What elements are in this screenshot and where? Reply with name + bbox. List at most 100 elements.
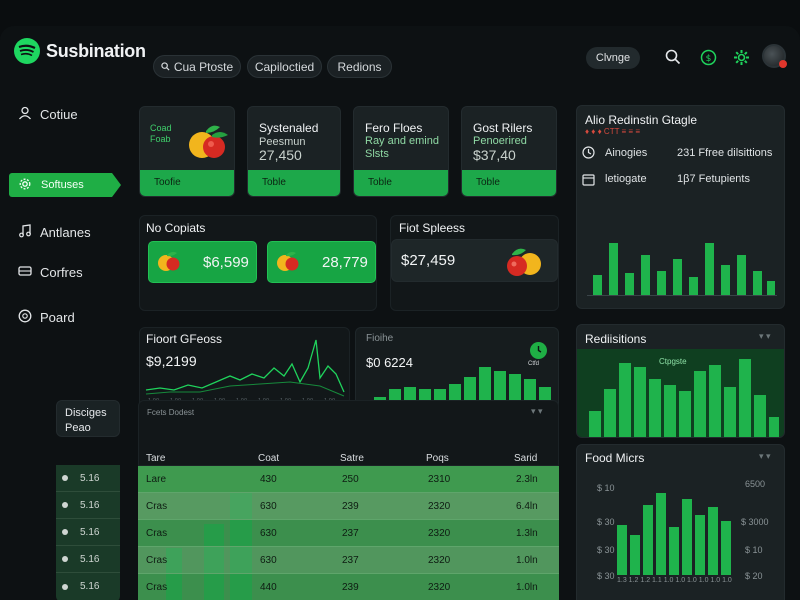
top-bar: Susbination Cua Ptoste Capiloctied Redio…	[0, 26, 800, 86]
card-title: Systenaled	[259, 121, 319, 135]
column-header[interactable]: Coat	[258, 453, 279, 464]
chart-bar	[721, 521, 731, 575]
table-cell: 237	[342, 555, 359, 566]
panel-title: Fioihe	[366, 333, 394, 344]
card-sub: Ray and emind	[365, 135, 439, 147]
chart-bar	[694, 371, 706, 437]
card-fero-floes[interactable]: Fero Floes Ray and emind Slsts Toble	[353, 106, 449, 197]
table-row[interactable]: Cras 630 237 2320 1.3ln	[138, 520, 559, 547]
bar-chart	[587, 206, 777, 296]
table-cell: 630	[260, 555, 277, 566]
tab-redions[interactable]: Redions	[327, 55, 392, 78]
sidebar-item-antlanes[interactable]: Antlanes	[18, 221, 91, 243]
card-value: Slsts	[365, 148, 389, 160]
change-button[interactable]: Clvnge	[586, 47, 640, 69]
list-item[interactable]: 5.16	[56, 492, 120, 519]
column-header[interactable]: Sarid	[514, 453, 537, 464]
search-pill-label: Cua Ptoste	[173, 59, 234, 74]
gear-icon	[19, 178, 31, 193]
dollar-icon[interactable]: $	[697, 46, 719, 68]
list-item[interactable]: 5.16	[56, 573, 120, 600]
gear-icon[interactable]	[730, 46, 752, 68]
user-icon	[18, 106, 32, 123]
stat-value: $6,599	[203, 254, 249, 271]
sidebar-item-label: Corfres	[40, 264, 83, 280]
axis-tick: $ 10	[745, 545, 763, 555]
card-systenaled[interactable]: Systenaled Peesmun 27,450 Toble	[247, 106, 341, 197]
chart-bar	[630, 535, 640, 575]
card-footer: Toble	[462, 170, 556, 196]
bullet-icon	[62, 556, 68, 562]
axis-tick: $ 30	[597, 571, 615, 581]
row-label: letiogate	[605, 173, 647, 185]
table-row[interactable]: Cras 630 239 2320 6.4ln	[138, 493, 559, 520]
table-cell: 630	[260, 501, 277, 512]
column-header[interactable]: Satre	[340, 453, 364, 464]
drive-icon	[18, 264, 32, 281]
chart-bar	[689, 277, 698, 295]
tab-capiloctied[interactable]: Capiloctied	[247, 55, 322, 78]
search-icon	[161, 60, 170, 74]
table-row[interactable]: Cras 630 237 2320 1.0ln	[138, 547, 559, 574]
chart-bar	[641, 255, 650, 295]
search-pill[interactable]: Cua Ptoste	[153, 55, 241, 78]
stat-box[interactable]: 28,779	[267, 241, 376, 283]
chevron-down-icon[interactable]: ▾ ▾	[759, 451, 771, 462]
chart-bar	[705, 243, 714, 295]
logo[interactable]: Susbination	[14, 38, 146, 64]
stat-box[interactable]: $6,599	[148, 241, 257, 283]
table-cell: 1.0ln	[516, 582, 538, 593]
chart-bar	[657, 271, 666, 295]
chevron-down-icon[interactable]: ▾ ▾	[531, 406, 543, 417]
chevron-down-icon[interactable]: ▾ ▾	[759, 331, 771, 342]
sidebar-item-poard[interactable]: Poard	[18, 306, 75, 328]
table-row[interactable]: Cras 440 239 2320 1.0ln	[138, 574, 559, 600]
chart-bar	[625, 273, 634, 295]
list-item[interactable]: 5.16	[56, 546, 120, 573]
x-axis-ticks: 1.3 1.2 1.2 1.1 1.0 1.0 1.0 1.0 1.0 1.0	[617, 577, 732, 584]
table-row[interactable]: Lare 430 250 2310 2.3ln	[138, 466, 559, 493]
card-footer: Toble	[354, 170, 448, 196]
list-item-value: 5.16	[80, 526, 100, 538]
table-cell: Lare	[146, 474, 167, 485]
panel-fioihe: Fioihe $0 6224 Ctfd	[355, 327, 559, 410]
chart-bar	[695, 515, 705, 575]
chart-bar	[634, 367, 646, 437]
chart-bar	[709, 365, 721, 437]
sidebar-item-cotiue[interactable]: Cotiue	[18, 103, 78, 125]
card-footer: Toofie	[140, 170, 234, 196]
chart-bar	[737, 255, 746, 295]
calendar-icon	[582, 173, 595, 191]
chart-bar	[721, 265, 730, 295]
logo-icon	[14, 38, 40, 64]
sidebar-item-label: Cotiue	[40, 106, 78, 122]
fruit-icon	[274, 250, 302, 279]
panel-no-copiats: No Copiats $6,599 28,779	[139, 215, 377, 311]
chart-bar	[617, 525, 627, 575]
avatar[interactable]	[762, 44, 787, 68]
card-title: Coad	[150, 123, 172, 133]
fruit-icon	[155, 250, 183, 279]
panel-title: Food Micrs	[585, 451, 645, 465]
column-header[interactable]: Tare	[146, 453, 165, 464]
card-coad[interactable]: Coad Foab Toofie	[139, 106, 235, 197]
card-title: Fero Floes	[365, 121, 423, 135]
sidebar-item-label: Softuses	[41, 179, 84, 191]
stat-box[interactable]: $27,459	[391, 239, 558, 282]
table-cell: Cras	[146, 555, 168, 566]
axis-tick: $ 30	[597, 517, 615, 527]
search-icon[interactable]	[662, 46, 684, 68]
sidebar-item-softuses[interactable]: Softuses	[9, 173, 121, 197]
chart-bar	[682, 499, 692, 575]
panel-sub: Peao	[65, 422, 91, 434]
table-cell: 239	[342, 582, 359, 593]
card-gost-rilers[interactable]: Gost Rilers Penoerired $37,40 Toble	[461, 106, 557, 197]
table-cell: 2320	[428, 528, 451, 539]
chart-bar	[609, 243, 618, 295]
sidebar-item-corfres[interactable]: Corfres	[18, 261, 83, 283]
table-caption: Fcets Dodest	[147, 408, 195, 417]
list-item[interactable]: 5.16	[56, 519, 120, 546]
column-header[interactable]: Poqs	[426, 453, 449, 464]
bullet-icon	[62, 529, 68, 535]
list-item[interactable]: 5.16	[56, 465, 120, 492]
